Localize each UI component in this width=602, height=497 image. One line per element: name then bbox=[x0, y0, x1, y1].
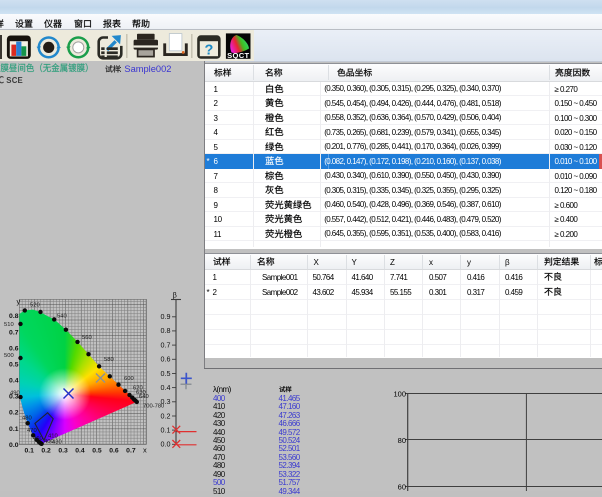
svg-text:0.9: 0.9 bbox=[161, 312, 171, 321]
svg-text:600: 600 bbox=[124, 376, 134, 382]
svg-text:0.4: 0.4 bbox=[9, 378, 19, 385]
svg-text:470: 470 bbox=[27, 428, 37, 434]
svg-text:0.5: 0.5 bbox=[9, 362, 19, 369]
svg-text:SQCT: SQCT bbox=[227, 51, 249, 60]
svg-text:0.8: 0.8 bbox=[161, 326, 171, 335]
svg-text:0.4: 0.4 bbox=[75, 448, 85, 455]
svg-text:640: 640 bbox=[139, 394, 149, 400]
svg-text:500: 500 bbox=[4, 353, 14, 359]
svg-text:560: 560 bbox=[82, 335, 92, 341]
svg-text:0.7: 0.7 bbox=[126, 448, 136, 455]
svg-text:0.2: 0.2 bbox=[161, 411, 171, 420]
svg-text:?: ? bbox=[204, 42, 213, 58]
svg-text:580: 580 bbox=[104, 357, 114, 363]
svg-text:0.8: 0.8 bbox=[9, 313, 19, 320]
svg-text:0.4: 0.4 bbox=[161, 383, 171, 392]
svg-text:0.7: 0.7 bbox=[161, 340, 171, 349]
svg-text:100: 100 bbox=[393, 390, 406, 399]
svg-text:0.5: 0.5 bbox=[92, 448, 102, 455]
svg-text:y: y bbox=[17, 297, 21, 306]
svg-text:490: 490 bbox=[10, 391, 20, 397]
svg-text:0.1: 0.1 bbox=[9, 426, 19, 433]
svg-text:60: 60 bbox=[398, 483, 406, 492]
svg-text:0.1: 0.1 bbox=[161, 425, 171, 434]
svg-text:410: 410 bbox=[48, 434, 58, 440]
svg-text:0.2: 0.2 bbox=[9, 410, 19, 417]
svg-text:540: 540 bbox=[57, 314, 67, 320]
svg-text:0.6: 0.6 bbox=[9, 345, 19, 352]
svg-text:0.0: 0.0 bbox=[161, 440, 171, 449]
svg-text:430: 430 bbox=[52, 440, 62, 446]
svg-text:80: 80 bbox=[398, 436, 406, 445]
svg-text:0.6: 0.6 bbox=[161, 355, 171, 364]
svg-text:0.1: 0.1 bbox=[24, 448, 34, 455]
svg-text:β: β bbox=[173, 291, 178, 300]
svg-text:0.5: 0.5 bbox=[161, 369, 171, 378]
svg-text:460: 460 bbox=[33, 436, 43, 442]
svg-text:520: 520 bbox=[30, 303, 40, 309]
svg-text:x: x bbox=[143, 446, 147, 455]
svg-text:510: 510 bbox=[4, 322, 14, 328]
svg-text:0.2: 0.2 bbox=[41, 448, 51, 455]
svg-text:480: 480 bbox=[22, 416, 32, 422]
svg-text:0.3: 0.3 bbox=[58, 448, 68, 455]
svg-text:0.0: 0.0 bbox=[9, 442, 19, 449]
svg-text:0.6: 0.6 bbox=[109, 448, 119, 455]
svg-text:0.3: 0.3 bbox=[161, 397, 171, 406]
svg-text:0.7: 0.7 bbox=[9, 329, 19, 336]
